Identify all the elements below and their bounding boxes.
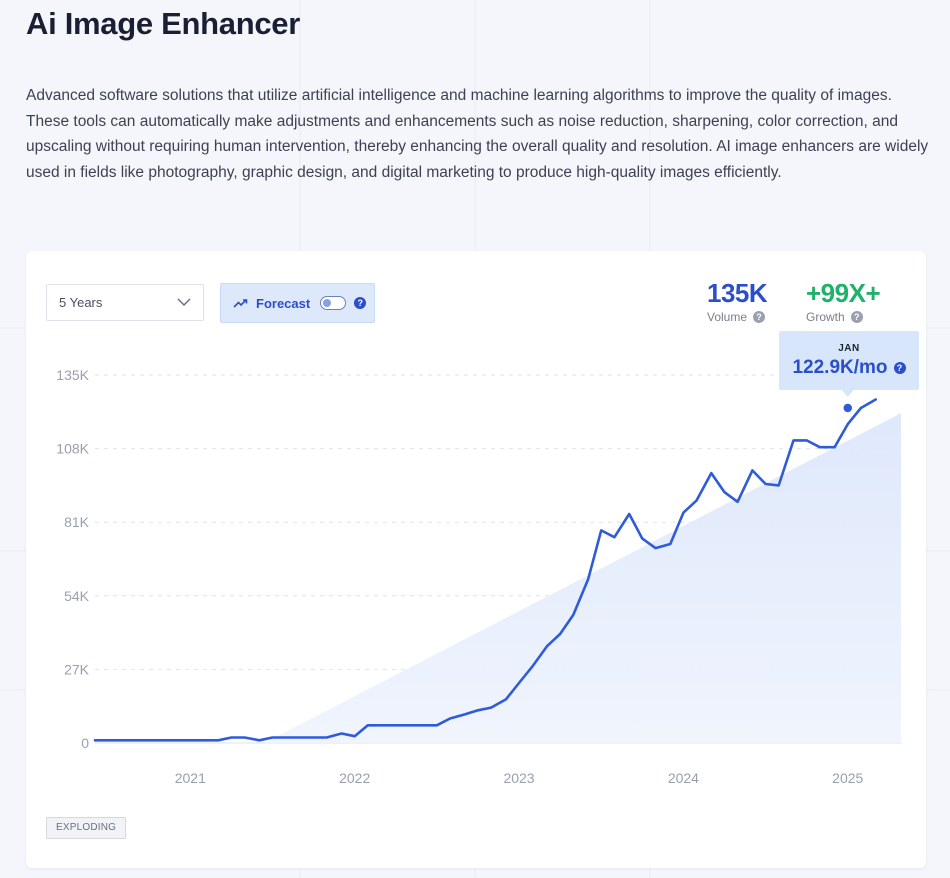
- y-tick-label: 108K: [56, 441, 89, 457]
- y-tick-label: 27K: [64, 661, 90, 677]
- x-tick-label: 2021: [175, 770, 206, 786]
- x-tick-label: 2022: [339, 770, 370, 786]
- tooltip-help-icon[interactable]: ?: [893, 362, 906, 374]
- y-tick-label: 135K: [56, 367, 89, 383]
- x-tick-label: 2025: [832, 770, 863, 786]
- page-description: Advanced software solutions that utilize…: [26, 87, 929, 181]
- y-tick-label: 54K: [64, 588, 90, 604]
- status-badge: EXPLODING: [46, 817, 127, 839]
- tooltip-value: 122.9K/mo: [792, 357, 888, 378]
- x-tick-label: 2023: [503, 770, 534, 786]
- y-tick-label: 81K: [64, 514, 90, 530]
- x-tick-label: 2024: [668, 770, 699, 786]
- highlight-point: [842, 402, 854, 414]
- chart-tooltip: JAN 122.9K/mo ?: [779, 331, 919, 390]
- trend-chart-card: 5 Years Forecast ? 135K Volume ? +99X+ G…: [26, 251, 926, 868]
- trend-area: [264, 413, 901, 743]
- y-tick-label: 0: [81, 735, 89, 751]
- tooltip-month: JAN: [838, 343, 860, 354]
- tooltip-pointer: [841, 390, 854, 397]
- page-title: Ai Image Enhancer: [26, 6, 300, 41]
